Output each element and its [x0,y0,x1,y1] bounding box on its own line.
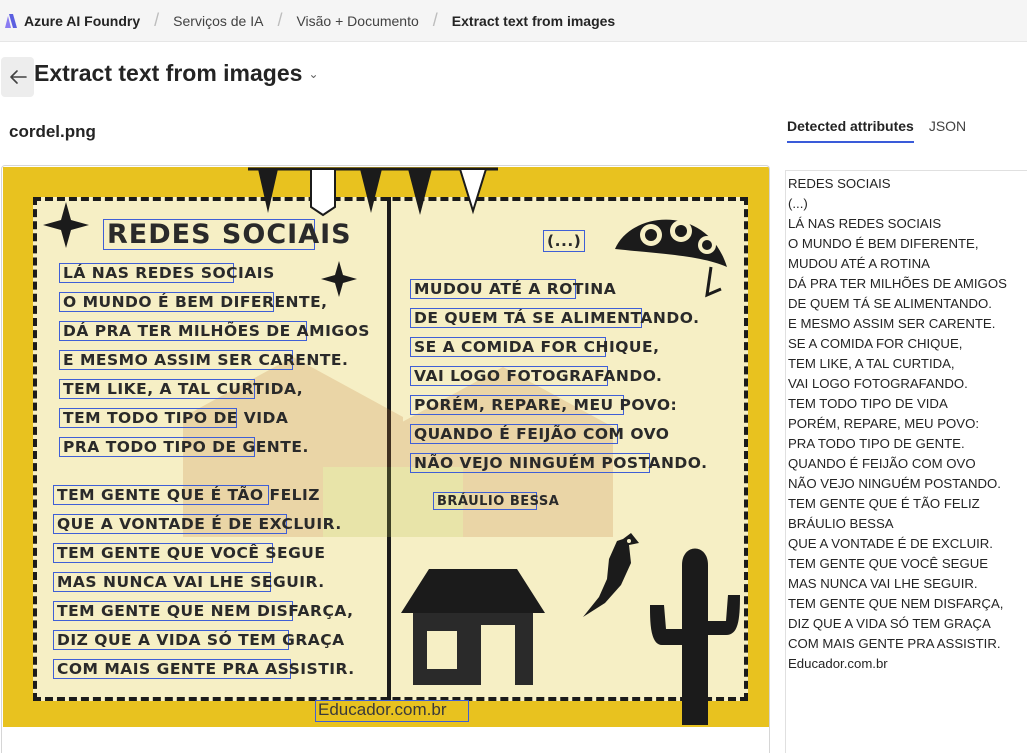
poem-line: NÃO VEJO NINGUÉM POSTANDO. [414,454,708,472]
star-icon [43,202,89,248]
poem-line: E MESMO ASSIM SER CARENTE. [63,351,349,369]
detected-line: PRA TODO TIPO DE GENTE. [788,436,965,451]
poem-line: TEM LIKE, A TAL CURTIDA, [63,380,304,398]
detected-line: LÁ NAS REDES SOCIAIS [788,216,942,231]
poem-line: LÁ NAS REDES SOCIAIS [63,264,275,282]
breadcrumb-separator: / [154,10,160,30]
poem-line: QUE A VONTADE É DE EXCLUIR. [57,515,342,533]
detected-line: (...) [788,196,808,211]
breadcrumb-label: Extract text from images [451,12,616,29]
breadcrumb-separator: / [277,10,283,30]
detected-line: TEM GENTE QUE VOCÊ SEGUE [788,556,989,571]
detected-line: MAS NUNCA VAI LHE SEGUIR. [788,576,978,591]
breadcrumb-separator: / [432,10,438,30]
cactus-icon [650,548,740,725]
poem-line: COM MAIS GENTE PRA ASSISTIR. [57,660,355,678]
breadcrumb-item-foundry[interactable]: Azure AI Foundry [4,13,140,29]
poem-line: SE A COMIDA FOR CHIQUE, [414,338,660,356]
poem-line: PORÉM, REPARE, MEU POVO: [414,396,678,414]
detected-line: NÃO VEJO NINGUÉM POSTANDO. [788,476,1001,491]
bird-icon [583,533,639,617]
poem-line: MUDOU ATÉ A ROTINA [414,280,617,298]
file-name: cordel.png [9,122,96,141]
chevron-down-icon: ⌄ [308,66,319,81]
breadcrumb-item-servicos[interactable]: Serviços de IA [173,13,263,29]
poem-line: VAI LOGO FOTOGRAFANDO. [414,367,663,385]
detected-line: DE QUEM TÁ SE ALIMENTANDO. [788,296,992,311]
poem-line: MAS NUNCA VAI LHE SEGUIR. [57,573,325,591]
tab-json[interactable]: JSON [929,118,966,143]
image-preview[interactable]: REDES SOCIAIS LÁ NAS REDES SOCIAIS O MUN… [1,165,770,753]
detected-line: PORÉM, REPARE, MEU POVO: [788,416,980,431]
detected-line: SE A COMIDA FOR CHIQUE, [788,336,963,351]
detected-line: TEM GENTE QUE É TÃO FELIZ [788,496,980,511]
detected-line: COM MAIS GENTE PRA ASSISTIR. [788,636,1001,651]
poem-line: O MUNDO É BEM DIFERENTE, [63,293,328,311]
cordel-image: REDES SOCIAIS LÁ NAS REDES SOCIAIS O MUN… [3,167,769,727]
page-title-text: Extract text from images [34,60,303,86]
detected-line: VAI LOGO FOTOGRAFANDO. [788,376,968,391]
tab-detected-attributes[interactable]: Detected attributes [787,118,914,143]
star-icon [321,261,357,297]
back-button[interactable] [1,57,34,97]
detected-line: BRÁULIO BESSA [788,516,894,531]
house-icon [401,569,545,685]
detected-line: E MESMO ASSIM SER CARENTE. [788,316,996,331]
bunting-flags-icon [248,167,498,217]
poem-line: PRA TODO TIPO DE GENTE. [63,438,309,456]
page-title[interactable]: Extract text from images ⌄ [34,60,319,87]
breadcrumb-item-visao[interactable]: Visão + Documento [296,13,418,29]
detected-line: QUE A VONTADE É DE EXCLUIR. [788,536,993,551]
poem-title: REDES SOCIAIS [107,219,352,250]
detected-line: DIZ QUE A VIDA SÓ TEM GRAÇA [788,616,991,631]
breadcrumb-label: Serviços de IA [173,12,264,29]
breadcrumb-label: Visão + Documento [296,12,419,29]
detected-line: TEM GENTE QUE NEM DISFARÇA, [788,596,1004,611]
detected-line: Educador.com.br [788,656,888,671]
cangaceiro-hat-icon [615,219,727,298]
breadcrumb-item-current: Extract text from images [452,13,615,29]
breadcrumb: Azure AI Foundry / Serviços de IA / Visã… [0,0,1027,42]
poem-signature: BRÁULIO BESSA [437,494,560,509]
arrow-left-icon [9,70,27,84]
detected-line: TEM LIKE, A TAL CURTIDA, [788,356,955,371]
detected-line: TEM TODO TIPO DE VIDA [788,396,948,411]
poem-line: TEM TODO TIPO DE VIDA [63,409,289,427]
detected-line: QUANDO É FEIJÃO COM OVO [788,456,976,471]
poem-ellipsis: (...) [547,232,582,250]
poem-line: DÁ PRA TER MILHÕES DE AMIGOS [63,322,370,340]
detected-line: O MUNDO É BEM DIFERENTE, [788,236,979,251]
poem-line: TEM GENTE QUE NEM DISFARÇA, [57,602,354,620]
detected-line: MUDOU ATÉ A ROTINA [788,256,930,271]
poem-line: TEM GENTE QUE VOCÊ SEGUE [57,544,326,562]
poem-line: TEM GENTE QUE É TÃO FELIZ [57,486,321,504]
poem-line: QUANDO É FEIJÃO COM OVO [414,425,670,443]
detected-text-panel: REDES SOCIAIS (...) LÁ NAS REDES SOCIAIS… [785,170,1027,753]
result-tabs: Detected attributes JSON [787,118,981,143]
breadcrumb-label: Azure AI Foundry [24,12,141,29]
detected-line: REDES SOCIAIS [788,176,891,191]
azure-logo-icon [5,13,17,28]
poem-line: DIZ QUE A VIDA SÓ TEM GRAÇA [57,631,345,649]
poem-line: DE QUEM TÁ SE ALIMENTANDO. [414,309,700,327]
detected-line: DÁ PRA TER MILHÕES DE AMIGOS [788,276,1007,291]
image-footer-url: Educador.com.br [318,700,447,719]
